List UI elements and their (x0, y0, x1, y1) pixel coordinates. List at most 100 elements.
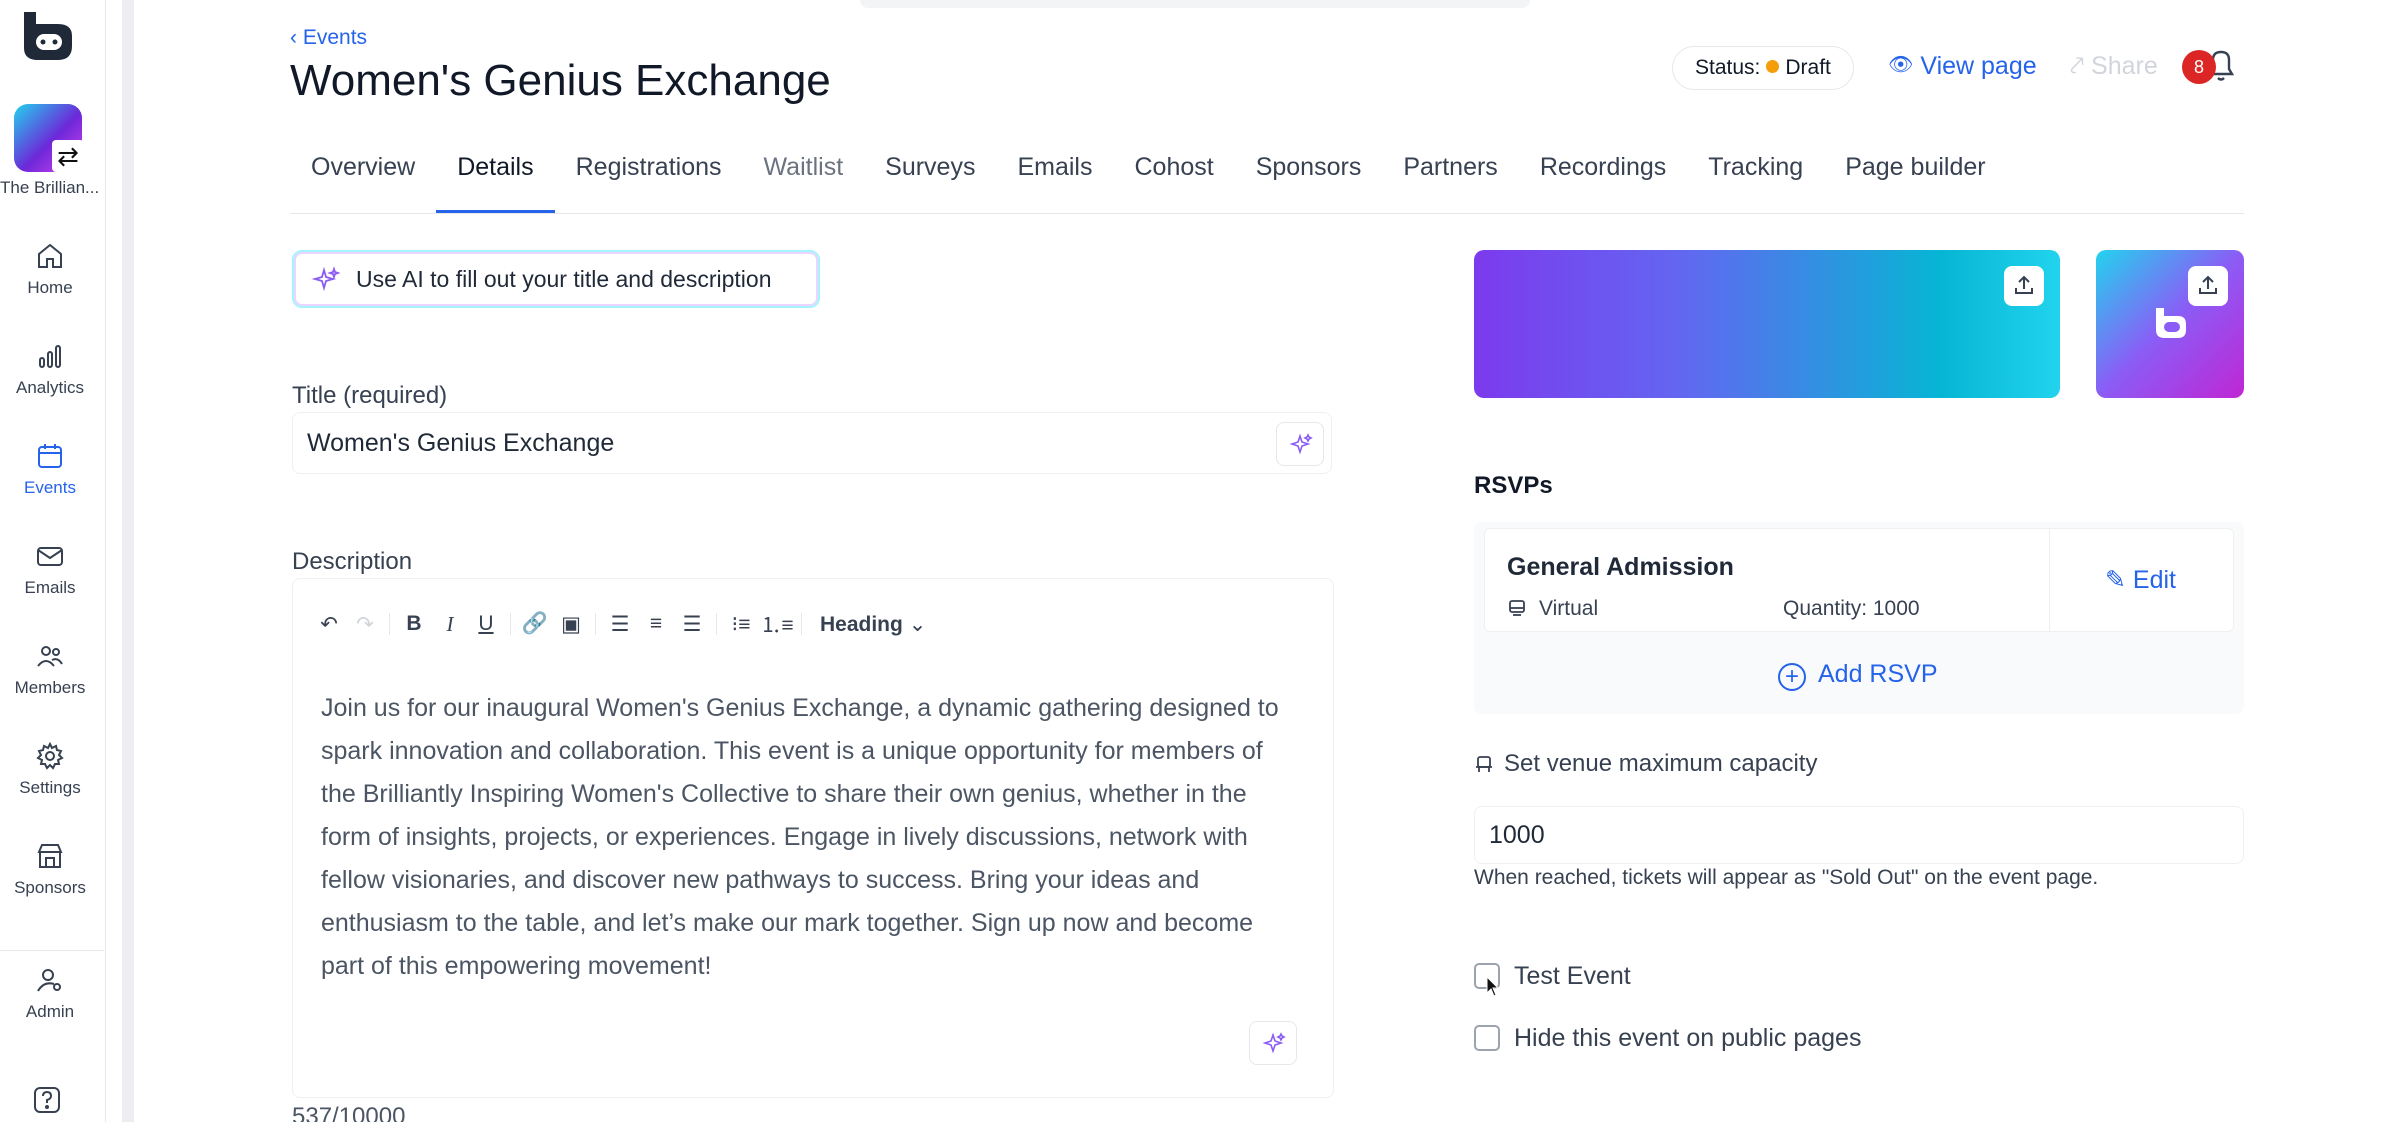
calendar-icon (38, 444, 62, 468)
add-rsvp-button[interactable]: + Add RSVP (1778, 660, 1938, 691)
test-event-label: Test Event (1514, 962, 1631, 990)
hide-event-option[interactable]: Hide this event on public pages (1474, 1024, 1861, 1053)
redo-icon[interactable]: ↷ (347, 612, 383, 637)
align-right-icon[interactable]: ☰ (674, 612, 710, 637)
capacity-hint: When reached, tickets will appear as "So… (1474, 866, 2099, 889)
sidebar-item-events[interactable]: Events (0, 440, 100, 498)
ai-fill-label: Use AI to fill out your title and descri… (356, 266, 772, 292)
sidebar-item-admin[interactable]: Admin (0, 964, 100, 1022)
heading-select[interactable]: Heading ⌄ (820, 612, 926, 637)
swap-org-icon[interactable]: ⇄ (52, 140, 84, 172)
description-text[interactable]: Join us for our inaugural Women's Genius… (321, 687, 1301, 988)
share-button[interactable]: ⤤ Share (2070, 52, 2158, 81)
toolbar-divider (716, 613, 717, 635)
tab-bar: Overview Details Registrations Waitlist … (290, 150, 2007, 214)
align-left-icon[interactable]: ☰ (602, 612, 638, 637)
title-input[interactable]: Women's Genius Exchange (292, 412, 1332, 474)
tab-waitlist[interactable]: Waitlist (743, 150, 865, 214)
thumbnail-upload-button[interactable] (2188, 266, 2228, 306)
numbered-list-icon[interactable]: ⒈≡ (759, 609, 795, 639)
sidebar-item-members[interactable]: Members (0, 640, 100, 698)
share-icon: ⤤ (2070, 52, 2092, 80)
tab-page-builder[interactable]: Page builder (1824, 150, 2006, 214)
underline-icon[interactable]: U (468, 612, 504, 636)
editor-toolbar: ↶ ↷ B I U 🔗 ▣ ☰ ≡ ☰ ⁝≡ ⒈≡ Heading ⌄ (311, 609, 926, 639)
hide-event-checkbox[interactable] (1474, 1025, 1500, 1051)
rsvp-name: General Admission (1507, 553, 1734, 581)
rsvp-edit-button[interactable]: ✎ Edit (2105, 565, 2176, 595)
sidebar-item-analytics[interactable]: Analytics (0, 340, 100, 398)
sidebar-item-label: Members (14, 678, 86, 697)
hide-event-label: Hide this event on public pages (1514, 1024, 1862, 1052)
description-editor[interactable]: ↶ ↷ B I U 🔗 ▣ ☰ ≡ ☰ ⁝≡ ⒈≡ Heading ⌄ Join… (292, 578, 1334, 1098)
page-title: Women's Genius Exchange (290, 56, 831, 105)
italic-icon[interactable]: I (432, 612, 468, 637)
help-icon[interactable] (32, 1085, 62, 1115)
tab-registrations[interactable]: Registrations (555, 150, 743, 214)
breadcrumb[interactable]: ‹ Events (290, 26, 367, 50)
bold-icon[interactable]: B (396, 612, 432, 636)
app-logo[interactable] (18, 8, 76, 64)
sidebar: ⇄ The Brillian... Home Analytics Events … (0, 0, 106, 1122)
tab-recordings[interactable]: Recordings (1519, 150, 1687, 214)
status-dot-icon (1766, 60, 1780, 73)
rsvp-type: Virtual (1507, 597, 1598, 621)
rsvp-list: General Admission Virtual Quantity: 1000… (1474, 522, 2244, 714)
tabs-divider (290, 213, 2244, 214)
rsvp-divider (2049, 529, 2050, 633)
home-icon (38, 243, 62, 268)
sparkle-icon (1289, 433, 1313, 455)
sparkle-icon (1262, 1032, 1286, 1054)
tab-surveys[interactable]: Surveys (864, 150, 996, 214)
tab-partners[interactable]: Partners (1382, 150, 1518, 214)
toolbar-divider (389, 613, 390, 635)
venue-capacity-label: Set venue maximum capacity (1474, 750, 1817, 778)
status-label: Status: (1695, 56, 1761, 79)
toolbar-divider (801, 613, 802, 635)
ai-fill-button[interactable]: Use AI to fill out your title and descri… (292, 250, 820, 308)
tab-tracking[interactable]: Tracking (1687, 150, 1824, 214)
cover-image[interactable] (1474, 250, 2060, 398)
app-logo-mark (2156, 308, 2186, 338)
eye-icon: 👁 (1888, 54, 1914, 76)
pencil-icon: ✎ (2105, 566, 2133, 594)
image-icon[interactable]: ▣ (553, 612, 589, 637)
sidebar-item-label: Analytics (15, 378, 85, 397)
sidebar-item-label: Events (24, 478, 76, 497)
tab-cohost[interactable]: Cohost (1113, 150, 1234, 214)
breadcrumb-link[interactable]: Events (303, 26, 367, 49)
description-ai-button[interactable] (1249, 1021, 1297, 1065)
sidebar-item-sponsors[interactable]: Sponsors (0, 840, 100, 898)
seat-icon (1476, 756, 1492, 772)
bullet-list-icon[interactable]: ⁝≡ (723, 612, 759, 637)
cover-upload-button[interactable] (2004, 266, 2044, 306)
heading-label: Heading (820, 612, 903, 636)
align-center-icon[interactable]: ≡ (638, 612, 674, 636)
view-page-label: View page (1920, 52, 2037, 80)
analytics-icon (39, 345, 61, 368)
virtual-icon (1509, 600, 1525, 616)
chevron-down-icon: ⌄ (908, 612, 927, 636)
rsvp-edit-label: Edit (2132, 566, 2176, 594)
tab-sponsors[interactable]: Sponsors (1235, 150, 1383, 214)
gear-icon (36, 741, 64, 770)
add-rsvp-label: Add RSVP (1818, 660, 1938, 688)
org-name: The Brillian... (0, 178, 100, 197)
undo-icon[interactable]: ↶ (311, 612, 347, 637)
notification-badge[interactable]: 8 (2182, 50, 2216, 84)
tab-details[interactable]: Details (436, 150, 556, 214)
status-badge[interactable]: Status: Draft (1672, 46, 1854, 90)
link-icon[interactable]: 🔗 (517, 612, 553, 636)
view-page-link[interactable]: 👁 View page (1888, 52, 2037, 81)
capacity-input[interactable]: 1000 (1474, 806, 2244, 864)
sidebar-item-emails[interactable]: Emails (0, 540, 100, 598)
sidebar-item-home[interactable]: Home (0, 240, 100, 298)
sidebar-divider (0, 950, 104, 951)
sidebar-item-settings[interactable]: Settings (0, 740, 100, 798)
tab-overview[interactable]: Overview (290, 150, 436, 214)
description-label: Description (292, 548, 413, 575)
app-root: ⇄ The Brillian... Home Analytics Events … (0, 0, 2404, 1122)
rsvp-quantity: Quantity: 1000 (1783, 597, 1920, 620)
title-ai-button[interactable] (1276, 422, 1324, 466)
tab-emails[interactable]: Emails (996, 150, 1113, 214)
